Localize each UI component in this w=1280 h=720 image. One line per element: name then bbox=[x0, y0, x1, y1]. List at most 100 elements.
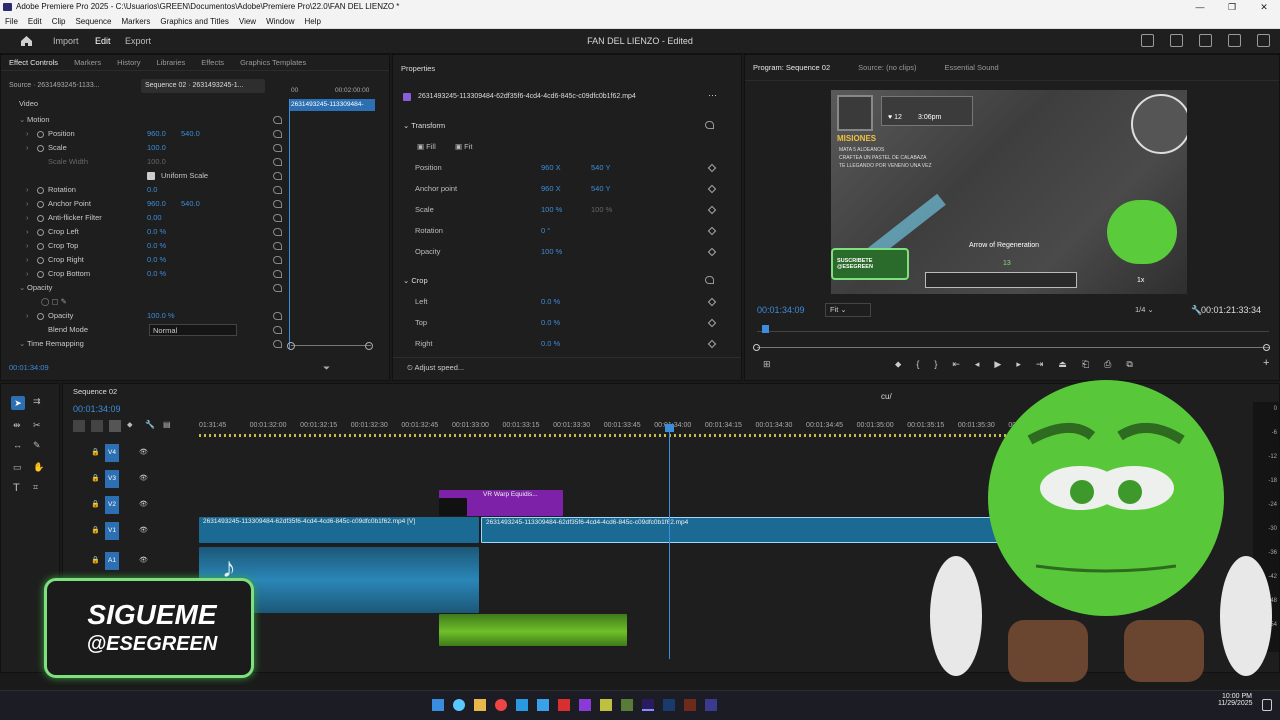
tab-history[interactable]: History bbox=[117, 58, 140, 67]
close-button[interactable]: ✕ bbox=[1248, 0, 1280, 14]
track-header[interactable]: 🔒 V1 👁 bbox=[63, 518, 199, 544]
fullscreen-icon[interactable] bbox=[1257, 34, 1270, 47]
clock[interactable]: 10:00 PM 11/29/2025 bbox=[1218, 693, 1253, 707]
expand-chevron-icon[interactable]: › bbox=[26, 141, 29, 155]
track-label[interactable]: A1 bbox=[105, 552, 119, 570]
effect-param-value[interactable]: 0.0 % bbox=[147, 253, 166, 267]
timeline-playhead-handle[interactable] bbox=[665, 424, 674, 432]
expand-chevron-icon[interactable]: › bbox=[26, 225, 29, 239]
menu-markers[interactable]: Markers bbox=[122, 14, 151, 28]
track-header[interactable]: 🔒 V4 👁 bbox=[63, 440, 199, 466]
filter-icon[interactable]: ⏷ bbox=[323, 363, 330, 374]
reset-icon[interactable] bbox=[273, 158, 282, 166]
crop-row[interactable]: Right 0.0 % bbox=[393, 337, 733, 351]
zoom-left-handle[interactable] bbox=[753, 344, 760, 351]
stopwatch-icon[interactable] bbox=[37, 271, 44, 278]
panels-icon[interactable] bbox=[1199, 34, 1212, 47]
crop-reset-icon[interactable] bbox=[705, 276, 714, 284]
premiere-taskbar-icon[interactable] bbox=[642, 699, 654, 711]
reset-icon[interactable] bbox=[273, 340, 282, 348]
maximize-button[interactable]: ❐ bbox=[1216, 0, 1248, 14]
reset-icon[interactable] bbox=[273, 242, 282, 250]
program-video-frame[interactable]: ♥ 12 3:06pm MISIONES MATA 5 ALDEANOS CRA… bbox=[831, 90, 1187, 294]
sequence-tab[interactable]: Sequence 02 bbox=[73, 387, 117, 396]
zoom-right-handle[interactable] bbox=[1263, 344, 1270, 351]
keyframe-icon[interactable] bbox=[707, 163, 717, 173]
crop-row[interactable]: Top 0.0 % bbox=[393, 316, 733, 330]
marker-icon[interactable]: ⬥ bbox=[895, 359, 901, 370]
expand-chevron-icon[interactable]: ⌄ bbox=[19, 113, 25, 127]
property-value-2[interactable]: 540 Y bbox=[591, 161, 610, 175]
track-label[interactable]: V2 bbox=[105, 496, 119, 514]
illustrator-icon[interactable] bbox=[684, 699, 696, 711]
tab-effects[interactable]: Effects bbox=[201, 58, 224, 67]
expand-chevron-icon[interactable]: ⌄ bbox=[19, 281, 25, 295]
in-point-icon[interactable]: { bbox=[916, 359, 919, 370]
rectangle-icon[interactable]: ▭ bbox=[13, 462, 22, 473]
effect-param-value[interactable]: 100.0 bbox=[147, 155, 166, 169]
hand-icon[interactable]: ✋ bbox=[33, 462, 44, 473]
tab-libraries[interactable]: Libraries bbox=[157, 58, 186, 67]
minecraft-icon[interactable] bbox=[621, 699, 633, 711]
play-icon[interactable]: ▶ bbox=[994, 359, 1001, 370]
v1-clip-left[interactable]: 2631493245-113309484-62df35f6-4cd4-4cd6-… bbox=[199, 517, 479, 543]
stopwatch-icon[interactable] bbox=[37, 313, 44, 320]
menu-sequence[interactable]: Sequence bbox=[75, 14, 111, 28]
keyframe-icon[interactable] bbox=[707, 297, 717, 307]
effect-param-value[interactable]: 960.0 bbox=[147, 197, 166, 211]
effect-param-row[interactable]: Blend Mode Normal bbox=[1, 323, 289, 337]
go-to-out-icon[interactable]: ⇥ bbox=[1036, 359, 1044, 370]
menu-clip[interactable]: Clip bbox=[52, 14, 66, 28]
expand-chevron-icon[interactable]: › bbox=[26, 197, 29, 211]
property-row[interactable]: Opacity 100 % bbox=[393, 245, 733, 259]
tab-program[interactable]: Program: Sequence 02 bbox=[753, 63, 830, 72]
crop-section[interactable]: ⌄ Crop bbox=[403, 276, 428, 285]
nest-icon[interactable] bbox=[73, 420, 85, 432]
effect-param-row[interactable]: Scale Width 100.0 bbox=[1, 155, 289, 169]
extract-icon[interactable]: ⎗ bbox=[1082, 359, 1089, 370]
menu-graphics[interactable]: Graphics and Titles bbox=[160, 14, 228, 28]
caption-icon[interactable]: ⌗ bbox=[33, 482, 38, 493]
menu-file[interactable]: File bbox=[5, 14, 18, 28]
file-explorer-icon[interactable] bbox=[474, 699, 486, 711]
track-label[interactable]: V1 bbox=[105, 522, 119, 540]
zoom-handle-right[interactable] bbox=[365, 342, 373, 350]
go-to-in-icon[interactable]: ⇤ bbox=[952, 359, 960, 370]
keyframe-icon[interactable] bbox=[707, 247, 717, 257]
effect-param-row[interactable]: › Scale 100.0 bbox=[1, 141, 289, 155]
effect-param-row[interactable]: ⌄ Opacity bbox=[1, 281, 289, 295]
photoshop-icon[interactable] bbox=[663, 699, 675, 711]
zoom-handle-left[interactable] bbox=[287, 342, 295, 350]
out-point-icon[interactable]: } bbox=[934, 359, 937, 370]
reset-icon[interactable] bbox=[273, 284, 282, 292]
stopwatch-icon[interactable] bbox=[37, 145, 44, 152]
effect-param-row[interactable]: › Anti-flicker Filter 0.00 bbox=[1, 211, 289, 225]
add-button-icon[interactable]: + bbox=[1263, 357, 1269, 369]
menu-view[interactable]: View bbox=[239, 14, 256, 28]
reset-icon[interactable] bbox=[273, 326, 282, 334]
a2-audio-clip[interactable] bbox=[439, 614, 627, 646]
eye-icon[interactable]: 👁 bbox=[139, 448, 148, 456]
share-icon[interactable] bbox=[1170, 34, 1183, 47]
export-frame-icon[interactable]: ⎙ bbox=[1104, 359, 1111, 370]
program-playhead[interactable] bbox=[762, 325, 770, 333]
eye-icon[interactable]: 👁 bbox=[139, 474, 148, 482]
stopwatch-icon[interactable] bbox=[37, 215, 44, 222]
expand-chevron-icon[interactable]: › bbox=[26, 127, 29, 141]
fit-dropdown[interactable]: Fit ⌄ bbox=[825, 303, 871, 317]
safe-margins-icon[interactable]: ⊞ bbox=[763, 359, 771, 370]
source-clip-tab[interactable]: Source · 2631493245-1133... bbox=[9, 79, 133, 93]
tab-graphics-templates[interactable]: Graphics Templates bbox=[240, 58, 306, 67]
reset-icon[interactable] bbox=[273, 270, 282, 278]
expand-chevron-icon[interactable]: › bbox=[26, 253, 29, 267]
effect-param-row[interactable]: ⌄ Time Remapping bbox=[1, 337, 289, 351]
more-options-icon[interactable]: ⋯ bbox=[708, 90, 717, 101]
effect-param-value-2[interactable]: 540.0 bbox=[181, 127, 200, 141]
menu-help[interactable]: Help bbox=[305, 14, 321, 28]
minimize-button[interactable]: — bbox=[1184, 0, 1216, 14]
step-back-icon[interactable]: ◂ bbox=[975, 359, 980, 370]
track-select-icon[interactable]: ⇉ bbox=[33, 396, 41, 407]
reset-icon[interactable] bbox=[273, 144, 282, 152]
property-row[interactable]: Scale 100 % 100 % bbox=[393, 203, 733, 217]
effect-param-value[interactable]: 0.0 % bbox=[147, 239, 166, 253]
